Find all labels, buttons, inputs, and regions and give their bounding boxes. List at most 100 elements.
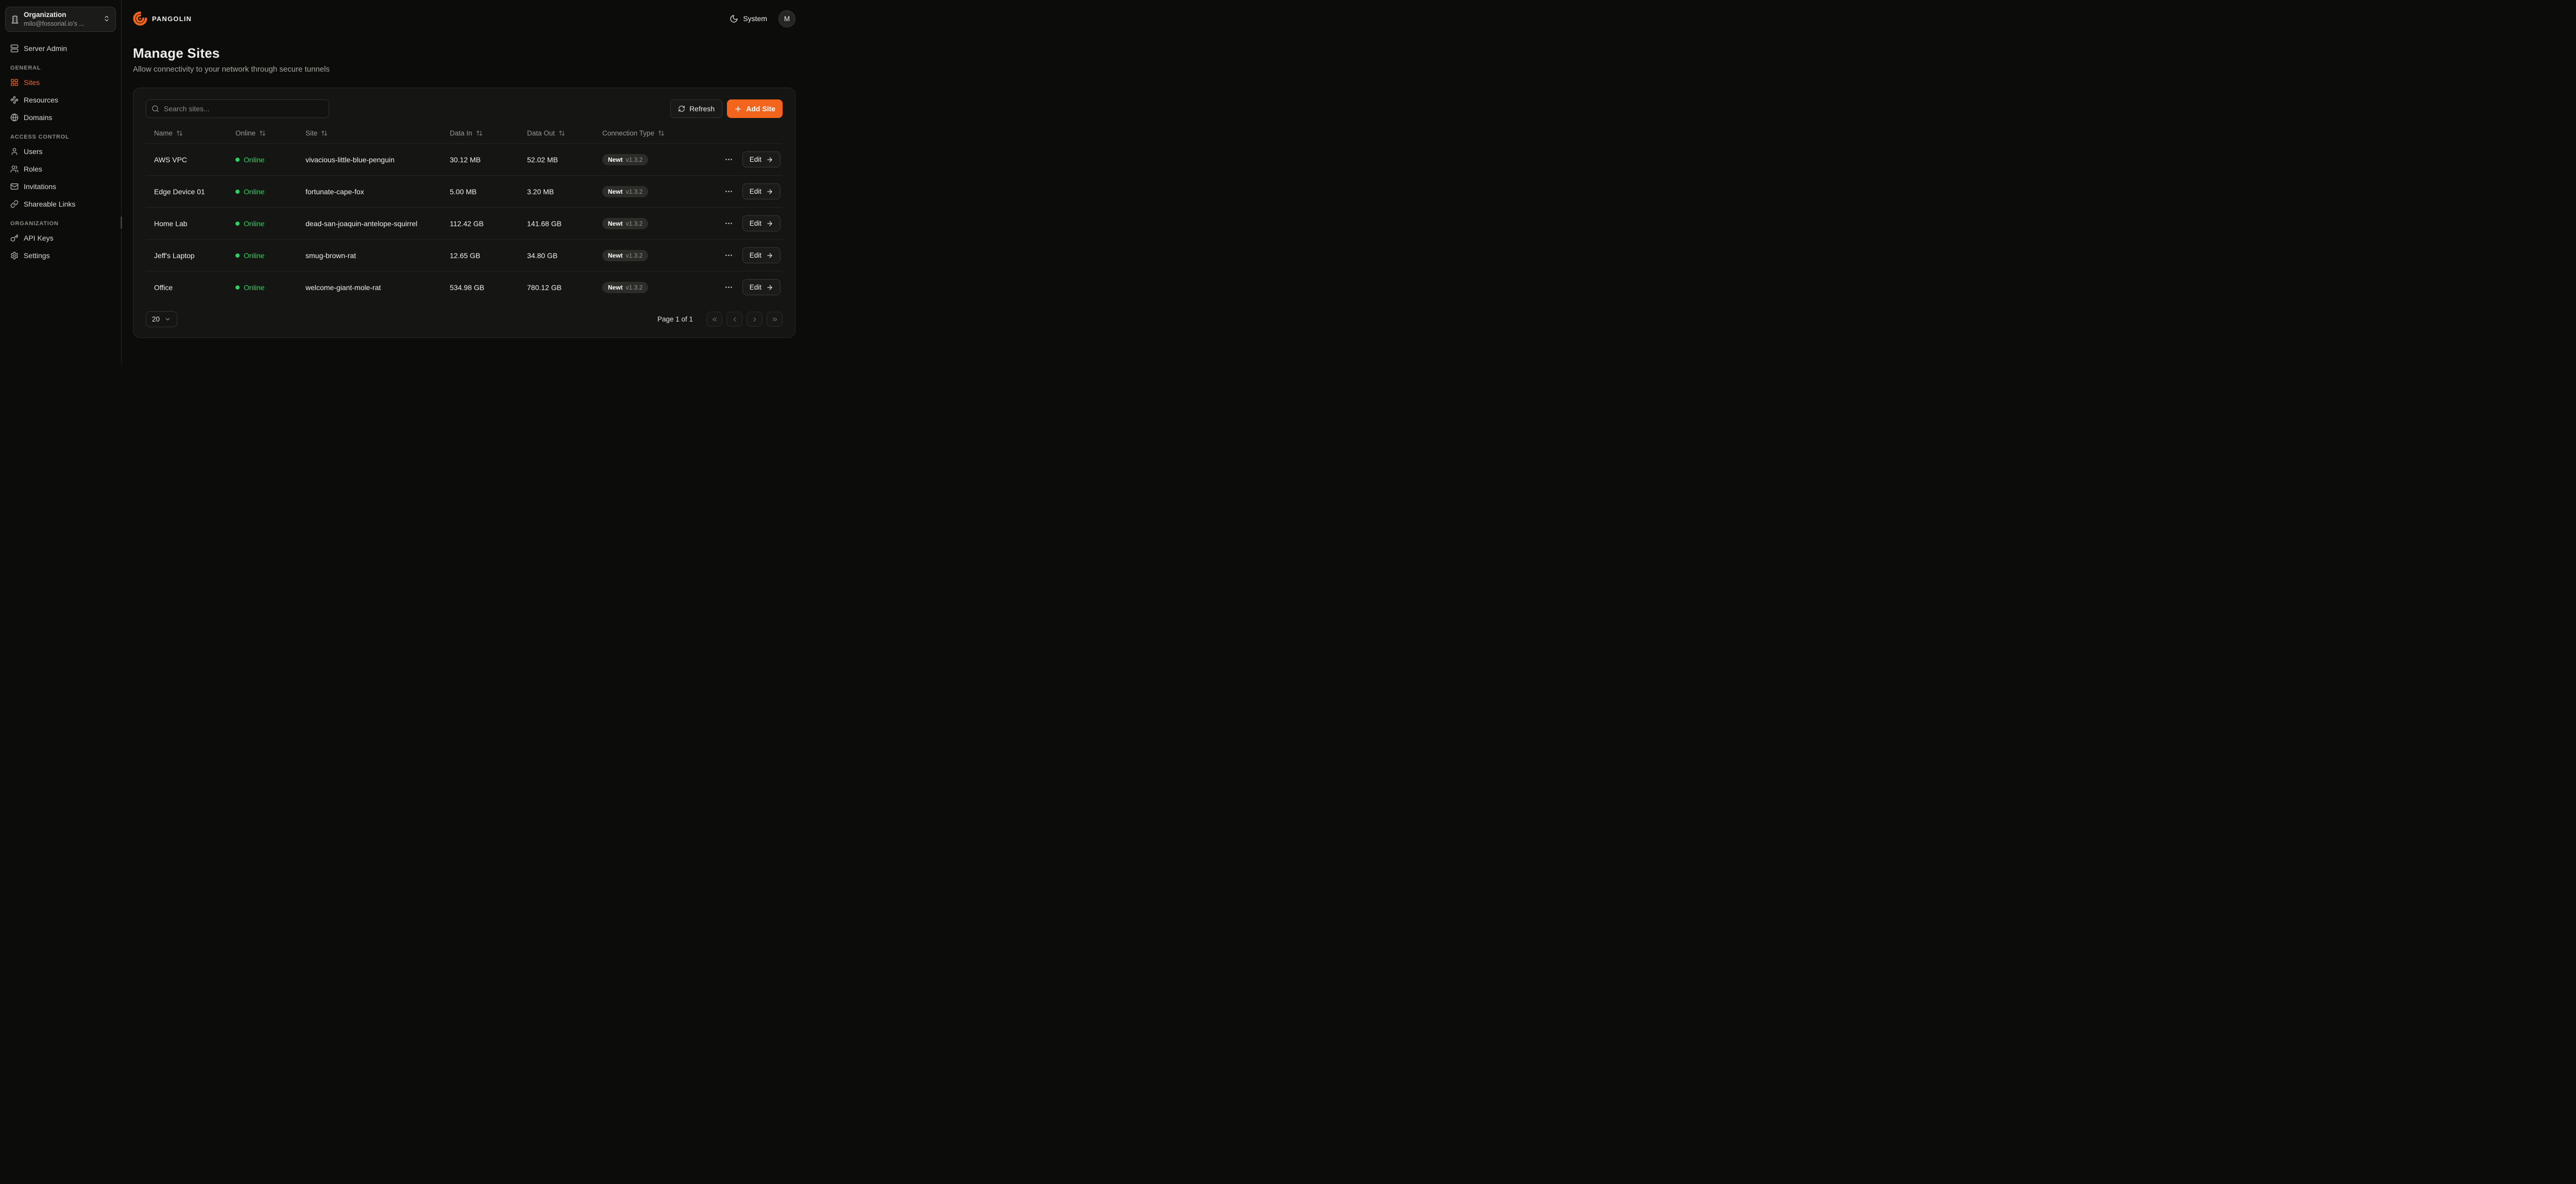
- connection-type-cell: Newt v1.3.2: [594, 186, 705, 197]
- connection-type-cell: Newt v1.3.2: [594, 218, 705, 229]
- key-icon: [10, 234, 19, 242]
- data-out-cell: 141.68 GB: [519, 219, 594, 228]
- sidebar-item-label: Settings: [24, 251, 50, 260]
- sidebar-section-access-control: Access Control: [10, 134, 111, 140]
- previous-page-button[interactable]: [726, 312, 742, 327]
- sidebar-item-sites[interactable]: Sites: [5, 74, 116, 91]
- sidebar-item-server-admin[interactable]: Server Admin: [5, 40, 116, 57]
- data-out-cell: 34.80 GB: [519, 251, 594, 260]
- theme-toggle-button[interactable]: System: [730, 14, 767, 23]
- org-value: milo@fossorial.io's ...: [24, 20, 98, 28]
- sidebar-item-users[interactable]: Users: [5, 143, 116, 160]
- org-selector[interactable]: Organization milo@fossorial.io's ...: [5, 7, 116, 32]
- sidebar-item-label: Server Admin: [24, 44, 67, 53]
- add-site-button[interactable]: Add Site: [727, 99, 783, 118]
- ellipsis-icon: [724, 219, 733, 228]
- sidebar-item-invitations[interactable]: Invitations: [5, 178, 116, 195]
- online-status-label: Online: [244, 283, 264, 292]
- online-status-label: Online: [244, 219, 264, 228]
- site-status-cell: Online: [227, 156, 297, 164]
- column-header-online[interactable]: Online: [227, 129, 297, 137]
- page-size-select[interactable]: 20: [146, 311, 177, 327]
- data-in-cell: 112.42 GB: [442, 219, 519, 228]
- online-dot-icon: [235, 222, 240, 226]
- table-row[interactable]: Jeff's Laptop Online smug-brown-rat 12.6…: [146, 239, 783, 271]
- sidebar-item-label: Users: [24, 147, 43, 156]
- arrow-right-icon: [766, 220, 773, 227]
- table-row[interactable]: AWS VPC Online vivacious-little-blue-pen…: [146, 143, 783, 175]
- table-footer: 20 Page 1 of 1: [146, 311, 783, 327]
- table-header: Name Online Site Data In Data Out: [146, 126, 783, 143]
- column-header-name[interactable]: Name: [146, 129, 227, 137]
- row-menu-button[interactable]: [722, 217, 735, 230]
- edit-label: Edit: [750, 156, 761, 163]
- search-input[interactable]: [146, 99, 329, 118]
- next-page-button[interactable]: [747, 312, 762, 327]
- connection-type-version: v1.3.2: [626, 220, 643, 227]
- column-header-site[interactable]: Site: [297, 129, 442, 137]
- data-in-cell: 30.12 MB: [442, 156, 519, 164]
- sidebar-item-settings[interactable]: Settings: [5, 247, 116, 264]
- edit-button[interactable]: Edit: [742, 247, 781, 263]
- column-header-connection-type[interactable]: Connection Type: [594, 129, 705, 137]
- row-actions-cell: Edit: [705, 183, 783, 199]
- footer-right: Page 1 of 1: [657, 312, 783, 327]
- data-in-cell: 534.98 GB: [442, 283, 519, 292]
- sidebar-item-resources[interactable]: Resources: [5, 92, 116, 108]
- online-dot-icon: [235, 190, 240, 194]
- connection-type-cell: Newt v1.3.2: [594, 154, 705, 165]
- sites-table-body: AWS VPC Online vivacious-little-blue-pen…: [146, 143, 783, 303]
- sidebar-item-roles[interactable]: Roles: [5, 161, 116, 177]
- table-row[interactable]: Edge Device 01 Online fortunate-cape-fox…: [146, 175, 783, 207]
- row-menu-button[interactable]: [722, 153, 735, 166]
- column-label: Data Out: [527, 129, 555, 137]
- mail-icon: [10, 182, 19, 191]
- column-label: Name: [154, 129, 173, 137]
- row-menu-button[interactable]: [722, 249, 735, 262]
- site-id-cell: dead-san-joaquin-antelope-squirrel: [297, 219, 442, 228]
- topbar-right: System M: [730, 10, 795, 27]
- first-page-button[interactable]: [706, 312, 722, 327]
- site-id-cell: fortunate-cape-fox: [297, 188, 442, 196]
- sort-icon: [321, 130, 328, 137]
- column-header-data-out[interactable]: Data Out: [519, 129, 594, 137]
- avatar[interactable]: M: [778, 10, 795, 27]
- site-status-cell: Online: [227, 219, 297, 228]
- connection-type-badge: Newt v1.3.2: [602, 282, 648, 293]
- edit-button[interactable]: Edit: [742, 215, 781, 231]
- site-id-cell: smug-brown-rat: [297, 251, 442, 260]
- edit-button[interactable]: Edit: [742, 279, 781, 295]
- arrow-right-icon: [766, 188, 773, 195]
- sidebar-item-domains[interactable]: Domains: [5, 109, 116, 126]
- sidebar-item-api-keys[interactable]: API Keys: [5, 230, 116, 246]
- online-dot-icon: [235, 158, 240, 162]
- refresh-button[interactable]: Refresh: [670, 99, 722, 118]
- column-label: Data In: [450, 129, 472, 137]
- refresh-icon: [678, 105, 685, 112]
- sidebar-item-label: API Keys: [24, 234, 54, 242]
- page-title: Manage Sites: [133, 45, 795, 61]
- column-header-data-in[interactable]: Data In: [442, 129, 519, 137]
- sort-icon: [476, 130, 483, 137]
- last-page-button[interactable]: [767, 312, 783, 327]
- edit-label: Edit: [750, 283, 761, 291]
- row-actions-cell: Edit: [705, 151, 783, 167]
- chevron-right-icon: [751, 316, 758, 323]
- connection-type-badge: Newt v1.3.2: [602, 250, 648, 261]
- row-menu-button[interactable]: [722, 281, 735, 294]
- edit-button[interactable]: Edit: [742, 151, 781, 167]
- sidebar-scrollbar-thumb[interactable]: [121, 216, 122, 229]
- sites-toolbar: Refresh Add Site: [146, 99, 783, 118]
- sidebar-item-label: Sites: [24, 78, 40, 87]
- edit-button[interactable]: Edit: [742, 183, 781, 199]
- table-row[interactable]: Office Online welcome-giant-mole-rat 534…: [146, 271, 783, 303]
- data-out-cell: 3.20 MB: [519, 188, 594, 196]
- sidebar: Organization milo@fossorial.io's ... Ser…: [0, 0, 122, 366]
- sort-icon: [558, 130, 565, 137]
- refresh-label: Refresh: [689, 105, 715, 113]
- sidebar-item-shareable-links[interactable]: Shareable Links: [5, 196, 116, 212]
- row-menu-button[interactable]: [722, 185, 735, 198]
- sidebar-item-label: Roles: [24, 165, 42, 173]
- users-icon: [10, 165, 19, 173]
- table-row[interactable]: Home Lab Online dead-san-joaquin-antelop…: [146, 207, 783, 239]
